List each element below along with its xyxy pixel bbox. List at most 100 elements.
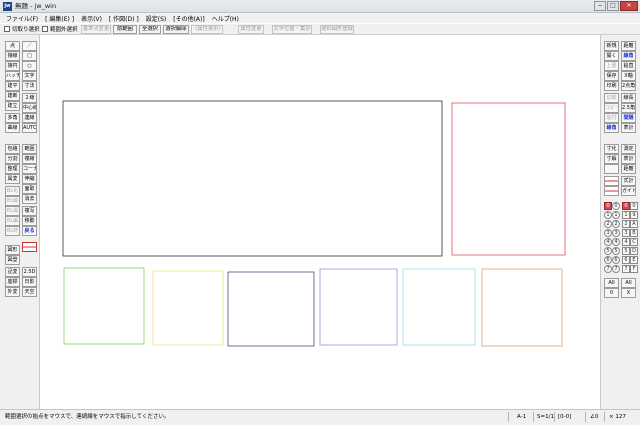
menu-draw[interactable]: [ 作図(D) ] <box>109 14 139 23</box>
menu-help[interactable]: ヘルプ(H) <box>212 14 239 23</box>
layer-button[interactable]: E <box>630 256 638 264</box>
tool-block-end[interactable]: BL終 <box>5 226 20 236</box>
tool-range[interactable]: 範囲 <box>22 144 37 154</box>
tool-block-attribute[interactable]: BL属 <box>5 206 20 216</box>
text-position-button[interactable]: 文字位置・集計 <box>272 25 312 34</box>
yellow-rectangle[interactable] <box>152 270 224 346</box>
layer-button[interactable]: B <box>630 229 638 237</box>
tool-divide[interactable]: 分割 <box>5 154 20 164</box>
tool-envelope[interactable]: 包絡 <box>5 144 20 154</box>
layer-button[interactable]: 3 <box>604 229 612 237</box>
layer-button[interactable]: 5 <box>622 247 630 255</box>
tool-line[interactable]: ／ <box>22 41 37 51</box>
menu-settings[interactable]: 設定(S) <box>146 14 167 23</box>
tool-figure-register[interactable]: 図登 <box>5 255 20 265</box>
tool-coordinate[interactable]: 座標 <box>5 277 20 287</box>
layer-button[interactable]: 5 <box>612 247 620 255</box>
layer-button[interactable]: 0 <box>630 202 638 210</box>
menu-edit[interactable]: [ 編集(E) ] <box>45 14 74 23</box>
previous-range-button[interactable]: 前範囲 <box>113 25 137 34</box>
layer-button[interactable]: 6 <box>622 256 630 264</box>
layer-color-swatch[interactable] <box>604 186 619 196</box>
green-rectangle[interactable] <box>63 267 145 345</box>
cut-select-checkbox[interactable]: 切取り選択 <box>4 25 40 33</box>
measure-x-axis[interactable]: X軸 <box>621 71 636 81</box>
layer-button[interactable]: 9 <box>630 211 638 219</box>
measure-vertical[interactable]: 鉛直 <box>621 61 636 71</box>
orange-rectangle[interactable] <box>481 268 563 347</box>
measure-distance[interactable]: 距離 <box>621 41 636 51</box>
layer-button[interactable]: 1 <box>622 211 630 219</box>
tool-symbol-change[interactable]: 記変 <box>5 267 20 277</box>
layer-group-button[interactable]: 0 <box>604 202 612 210</box>
deselect-button[interactable]: 選択解除 <box>163 25 189 34</box>
measure-line-angle[interactable]: 線角 <box>621 51 636 61</box>
tool-copy[interactable]: 複写 <box>22 206 37 216</box>
base-point-change-button[interactable]: 基準点変更 <box>81 25 111 34</box>
layer-button[interactable]: 3 <box>622 229 630 237</box>
tool-sun-shadow[interactable]: 日影 <box>22 277 37 287</box>
table-calc-2[interactable]: 表計 <box>621 154 636 164</box>
edit-cut[interactable]: 切取 <box>604 93 619 103</box>
layer-color-swatch[interactable] <box>604 176 619 186</box>
tool-block-release[interactable]: BL解 <box>5 196 20 206</box>
layer-button[interactable]: 3 <box>612 229 620 237</box>
tool-rectangle[interactable]: □ <box>22 51 37 61</box>
tool-external-change[interactable]: 外変 <box>5 287 20 297</box>
checkbox-box[interactable] <box>4 26 10 32</box>
layer-button[interactable]: 7 <box>604 265 612 273</box>
file-save[interactable]: 保存 <box>604 71 619 81</box>
tool-attribute-change[interactable]: 属変 <box>5 174 20 184</box>
tool-block-make[interactable]: BL化 <box>5 186 20 196</box>
tool-double-line[interactable]: ２線 <box>22 93 37 103</box>
scale-readout[interactable]: S=1/1 <box>537 413 554 421</box>
guide-tool[interactable]: ガイド <box>621 186 636 196</box>
line-angle[interactable]: 線角 <box>604 123 619 133</box>
tool-circle[interactable]: ○ <box>22 61 37 71</box>
angle-readout[interactable]: ∠0 <box>590 413 598 421</box>
layer-readout[interactable]: [0-0] <box>558 413 571 421</box>
line-type-swatch[interactable] <box>22 242 37 252</box>
layer-button[interactable]: 2 <box>604 220 612 228</box>
layer-button[interactable]: A <box>630 220 638 228</box>
file-overwrite[interactable]: 上書 <box>604 61 619 71</box>
tool-dimension[interactable]: 寸法 <box>22 81 37 91</box>
paper-size[interactable]: A-1 <box>517 413 526 421</box>
tool-text[interactable]: 文字 <box>22 71 37 81</box>
edit-paste[interactable]: 貼付 <box>604 113 619 123</box>
layer-button[interactable]: 6 <box>612 256 620 264</box>
purple-rectangle[interactable] <box>319 268 398 346</box>
tool-block-edit[interactable]: BL編 <box>5 216 20 226</box>
tool-connect-line[interactable]: 連線 <box>22 113 37 123</box>
file-open[interactable]: 開く <box>604 51 619 61</box>
layer-button[interactable]: 4 <box>604 238 612 246</box>
minimize-button[interactable]: − <box>594 1 606 11</box>
tool-hatch[interactable]: ハッチ <box>5 71 20 81</box>
tool-elevation[interactable]: 建立 <box>5 101 20 111</box>
layer-button[interactable]: 2 <box>622 220 630 228</box>
layer-button[interactable]: 7 <box>612 265 620 273</box>
tool-center-line[interactable]: 中心線 <box>22 103 37 113</box>
layer-button[interactable]: 2 <box>612 220 620 228</box>
tool-polygon[interactable]: 多角 <box>5 113 20 123</box>
layer-button[interactable]: 7 <box>622 265 630 273</box>
outside-select-checkbox[interactable]: 範囲外選択 <box>42 25 78 33</box>
maximize-button[interactable]: □ <box>607 1 619 11</box>
measure-line-length[interactable]: 線長 <box>621 93 636 103</box>
layer-button[interactable]: F <box>630 265 638 273</box>
layer-button[interactable]: 4 <box>612 238 620 246</box>
all-layers-button[interactable]: AII <box>604 278 619 288</box>
tool-stretch[interactable]: 伸縮 <box>22 174 37 184</box>
tool-erase[interactable]: 消去 <box>22 194 37 204</box>
tool-arrange[interactable]: 整理 <box>5 164 20 174</box>
file-new[interactable]: 新規 <box>604 41 619 51</box>
tool-auto[interactable]: AUTO <box>22 123 37 133</box>
navy-rectangle[interactable] <box>227 271 315 347</box>
layer-x-button[interactable]: X <box>621 288 636 298</box>
layer-zero-button[interactable]: 0 <box>604 288 619 298</box>
table-calc[interactable]: 表計 <box>621 123 636 133</box>
formula-calc[interactable]: 式計 <box>621 176 636 186</box>
measure-tool[interactable]: 測定 <box>621 144 636 154</box>
select-all-button[interactable]: 全選択 <box>139 25 161 34</box>
dimension-convert[interactable]: 寸化 <box>604 144 619 154</box>
